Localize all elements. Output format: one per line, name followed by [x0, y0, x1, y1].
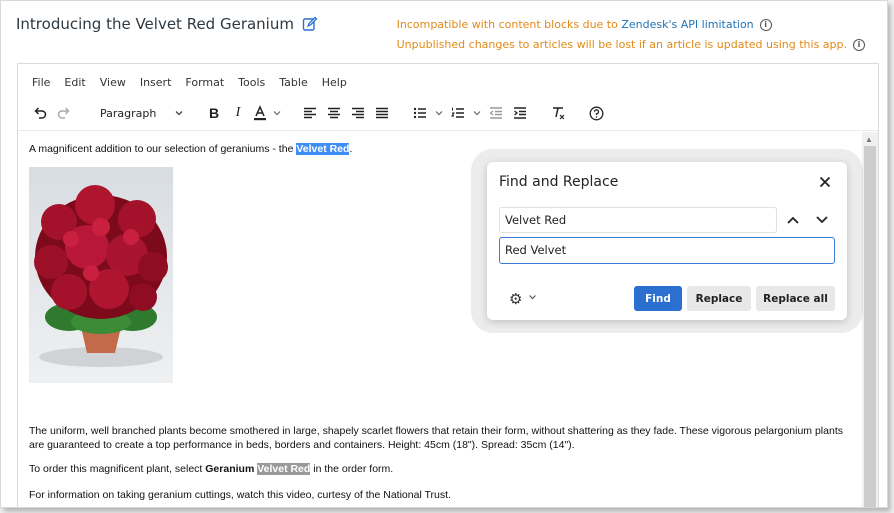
article-title: Introducing the Velvet Red Geranium [16, 15, 294, 33]
editor-menubar: File Edit View Insert Format Tools Table… [32, 76, 347, 89]
indent-icon[interactable] [508, 101, 532, 125]
next-match-icon[interactable] [812, 210, 832, 230]
menu-table[interactable]: Table [279, 76, 307, 89]
align-right-icon[interactable] [346, 101, 370, 125]
bold-icon[interactable]: B [202, 101, 226, 125]
menu-insert[interactable]: Insert [140, 76, 172, 89]
align-center-icon[interactable] [322, 101, 346, 125]
replace-all-button[interactable]: Replace all [756, 286, 835, 311]
intro-text-end: . [349, 143, 353, 155]
italic-icon[interactable]: I [226, 101, 250, 125]
zendesk-api-link[interactable]: Zendesk's API limitation [621, 18, 753, 31]
find-replace-dialog: Find and Replace Velvet Red Red Velvet ⚙… [487, 162, 847, 320]
align-left-icon[interactable] [298, 101, 322, 125]
app-notices: Incompatible with content blocks due to … [397, 15, 865, 55]
order-text-end: in the order form. [310, 463, 394, 475]
order-text: To order this magnificent plant, select [29, 463, 206, 475]
chevron-down-icon[interactable] [470, 101, 484, 125]
dialog-title: Find and Replace [499, 174, 619, 190]
find-button[interactable]: Find [634, 286, 682, 311]
notice-api-limitation: Incompatible with content blocks due to … [397, 15, 865, 35]
chevron-down-icon[interactable] [432, 101, 446, 125]
title-row: Introducing the Velvet Red Geranium [16, 15, 318, 33]
menu-view[interactable]: View [100, 76, 126, 89]
menu-file[interactable]: File [32, 76, 50, 89]
numbered-list-icon[interactable] [446, 101, 470, 125]
scroll-up-icon[interactable]: ▲ [865, 135, 873, 144]
gear-icon[interactable]: ⚙ [509, 290, 522, 308]
editor-scrollbar[interactable]: ▲ [862, 132, 878, 507]
scrollbar-thumb[interactable] [864, 146, 876, 507]
order-paragraph[interactable]: To order this magnificent plant, select … [29, 462, 855, 476]
search-match-current: Velvet Red [296, 143, 350, 155]
geranium-image[interactable] [29, 167, 173, 383]
replace-input[interactable]: Red Velvet [499, 237, 835, 264]
description-paragraph[interactable]: The uniform, well branched plants become… [29, 424, 855, 452]
toolbar-divider [18, 130, 878, 131]
menu-edit[interactable]: Edit [64, 76, 85, 89]
redo-icon[interactable] [52, 101, 76, 125]
order-bold-text: Geranium [205, 463, 255, 475]
block-format-select[interactable]: Paragraph [94, 101, 190, 125]
chevron-down-icon[interactable] [270, 101, 284, 125]
justify-icon[interactable] [370, 101, 394, 125]
app-frame: Introducing the Velvet Red Geranium Inco… [0, 0, 888, 508]
search-match: Velvet Red [257, 463, 311, 475]
replace-button[interactable]: Replace [687, 286, 751, 311]
info-icon[interactable]: i [759, 19, 772, 31]
block-format-value: Paragraph [100, 106, 157, 120]
chevron-down-icon [174, 108, 184, 118]
intro-text: A magnificent addition to our selection … [29, 143, 297, 155]
bullet-list-icon[interactable] [408, 101, 432, 125]
notice-text: Unpublished changes to articles will be … [396, 38, 847, 51]
help-icon[interactable] [584, 101, 608, 125]
chevron-down-icon[interactable] [528, 293, 537, 301]
menu-help[interactable]: Help [322, 76, 347, 89]
find-input[interactable]: Velvet Red [499, 207, 777, 233]
outdent-icon[interactable] [484, 101, 508, 125]
editor-toolbar: Paragraph B I [28, 100, 608, 126]
clear-formatting-icon[interactable] [546, 101, 570, 125]
menu-tools[interactable]: Tools [238, 76, 265, 89]
cuttings-paragraph[interactable]: For information on taking geranium cutti… [29, 488, 855, 502]
text-color-icon[interactable] [250, 101, 270, 125]
undo-icon[interactable] [28, 101, 52, 125]
notice-unpublished-changes: Unpublished changes to articles will be … [397, 35, 865, 55]
previous-match-icon[interactable] [783, 210, 803, 230]
edit-title-icon[interactable] [302, 16, 318, 32]
info-icon[interactable]: i [853, 39, 865, 51]
notice-text: Incompatible with content blocks due to [396, 18, 622, 31]
menu-format[interactable]: Format [185, 76, 224, 89]
close-icon[interactable] [819, 172, 831, 188]
